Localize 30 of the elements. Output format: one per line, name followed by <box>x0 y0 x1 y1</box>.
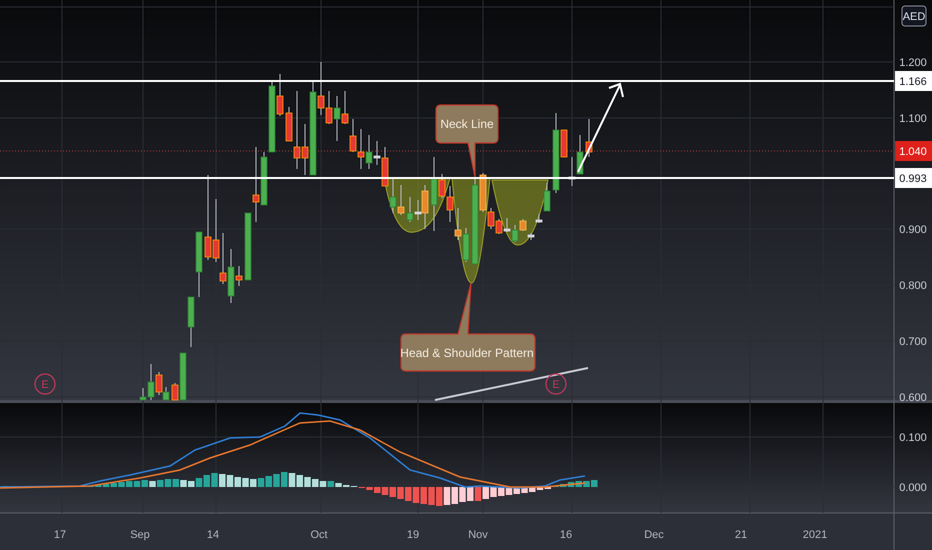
callout-label: Neck Line <box>440 117 494 131</box>
date-label: Sep <box>130 529 150 541</box>
price-label: 0.900 <box>899 224 927 236</box>
candle <box>536 214 542 224</box>
date-label: Nov <box>468 529 488 541</box>
earnings-marker[interactable]: E <box>545 373 567 395</box>
price-label: 1.200 <box>899 57 927 69</box>
date-label: 2021 <box>802 529 828 541</box>
price-tag: 1.040 <box>895 141 932 161</box>
price-label: 0.700 <box>899 336 927 348</box>
currency-label[interactable]: AED <box>902 6 926 26</box>
date-label: Dec <box>644 529 664 541</box>
date-label: 19 <box>406 529 420 541</box>
candle <box>544 182 550 212</box>
indicator-label: 0.000 <box>899 482 927 494</box>
date-label: 17 <box>54 529 66 541</box>
date-label: 21 <box>734 529 748 541</box>
earnings-marker[interactable]: E <box>34 373 56 395</box>
date-label: Oct <box>310 529 328 541</box>
candle <box>586 118 592 158</box>
date-label: 14 <box>206 529 220 541</box>
price-label: 1.100 <box>899 113 927 125</box>
price-label: 0.800 <box>899 280 927 292</box>
price-tag: 0.993 <box>895 168 932 188</box>
price-label: 0.600 <box>899 392 927 404</box>
shoulder-shape <box>492 180 548 246</box>
price-tag: 1.166 <box>895 71 932 91</box>
indicator-label: 0.100 <box>899 432 927 444</box>
callout-label: Head & Shoulder Pattern <box>400 346 534 360</box>
date-label: 16 <box>560 529 572 541</box>
